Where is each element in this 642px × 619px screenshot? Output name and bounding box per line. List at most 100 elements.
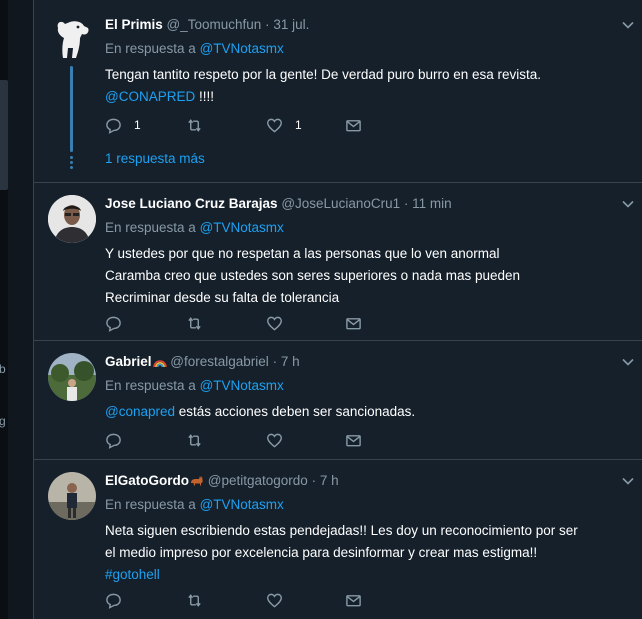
chevron-down-icon[interactable] — [621, 18, 635, 32]
reply-icon — [106, 433, 121, 449]
reply-to-link[interactable]: @TVNotasmx — [200, 378, 284, 393]
tweet-time[interactable]: 7 h — [320, 473, 339, 488]
author-handle[interactable]: @JoseLucianoCru1 — [281, 196, 400, 211]
author-name[interactable]: ElGatoGordo — [105, 473, 189, 488]
tweet-time[interactable]: 7 h — [281, 354, 300, 369]
tweet[interactable]: El Primis @_Toomuchfun · 31 jul. En resp… — [34, 0, 642, 183]
tweet-header: El Primis @_Toomuchfun · 31 jul. — [105, 16, 629, 34]
author-name[interactable]: El Primis — [105, 17, 163, 32]
retweet-button[interactable] — [186, 313, 203, 333]
heart-icon — [266, 433, 283, 448]
message-button[interactable] — [345, 115, 362, 135]
reply-prefix: En respuesta a — [105, 378, 196, 393]
like-button[interactable] — [266, 313, 283, 333]
envelope-icon — [346, 434, 361, 446]
retweet-button[interactable] — [186, 430, 203, 450]
tweet-text-line: el medio impreso por excelencia para des… — [105, 545, 538, 560]
dog-icon — [57, 21, 89, 58]
rainbow-emoji-icon — [152, 360, 167, 367]
retweet-button[interactable] — [186, 590, 203, 610]
retweet-icon — [188, 593, 201, 607]
tweet-time[interactable]: 31 jul. — [273, 17, 309, 32]
tweet[interactable]: Gabriel @forestalgabriel · 7 h En respue… — [34, 341, 642, 460]
like-button[interactable]: 1 — [266, 115, 302, 135]
like-button[interactable] — [266, 430, 283, 450]
tweet-content: El Primis @_Toomuchfun · 31 jul. En resp… — [105, 16, 629, 108]
retweet-icon — [188, 118, 201, 132]
tweet-text: Neta siguen escribiendo estas pendejadas… — [105, 520, 629, 586]
thread-dot — [70, 161, 73, 164]
tweet-actions — [105, 590, 405, 610]
tweet[interactable]: ElGatoGordo @petitgatogordo · 7 h En res… — [34, 460, 642, 619]
reply-prefix: En respuesta a — [105, 497, 196, 512]
show-more-replies-link[interactable]: 1 respuesta más — [105, 151, 205, 166]
separator-dot: · — [403, 196, 409, 211]
tweet-actions: 1 1 — [105, 115, 405, 135]
tweet-text-tail: estás acciones deben ser sancionadas. — [175, 404, 416, 419]
like-button[interactable] — [266, 590, 283, 610]
envelope-icon — [346, 119, 361, 131]
chevron-down-icon[interactable] — [621, 197, 635, 211]
profile-photo-icon — [48, 195, 96, 243]
retweet-icon — [188, 316, 201, 330]
tweet-actions — [105, 313, 405, 333]
reply-icon — [106, 316, 121, 332]
message-button[interactable] — [345, 590, 362, 610]
tweet-time[interactable]: 11 min — [412, 196, 452, 211]
reply-context: En respuesta a @TVNotasmx — [105, 496, 629, 514]
retweet-button[interactable] — [186, 115, 203, 135]
tweet-text-line: Tengan tantito respeto por la gente! De … — [105, 67, 542, 82]
tweet-text-tail: !!!! — [195, 89, 214, 104]
reply-count: 1 — [134, 118, 141, 132]
thread-dot — [70, 166, 73, 169]
left-column-fragment — [0, 80, 8, 190]
left-column-text: g — [0, 414, 6, 428]
avatar[interactable] — [48, 12, 96, 60]
profile-photo-icon — [48, 472, 96, 520]
avatar[interactable] — [48, 195, 96, 243]
author-handle[interactable]: @petitgatogordo — [208, 473, 308, 488]
avatar[interactable] — [48, 353, 96, 401]
message-button[interactable] — [345, 313, 362, 333]
reply-to-link[interactable]: @TVNotasmx — [200, 497, 284, 512]
reply-to-link[interactable]: @TVNotasmx — [200, 220, 284, 235]
reply-button[interactable] — [105, 313, 122, 333]
mention-link[interactable]: @CONAPRED — [105, 89, 195, 104]
cat-emoji-icon — [191, 476, 203, 486]
author-name[interactable]: Gabriel — [105, 354, 152, 369]
reply-icon — [106, 118, 121, 134]
tweet-text-line: Recriminar desde su falta de tolerancia — [105, 290, 340, 305]
reply-button[interactable] — [105, 590, 122, 610]
tweet-text: @conapred estás acciones deben ser sanci… — [105, 401, 629, 423]
tweet-header: ElGatoGordo @petitgatogordo · 7 h — [105, 472, 629, 490]
tweet[interactable]: Jose Luciano Cruz Barajas @JoseLucianoCr… — [34, 183, 642, 341]
heart-icon — [266, 316, 283, 331]
chevron-down-icon[interactable] — [621, 355, 635, 369]
reply-button[interactable]: 1 — [105, 115, 141, 135]
reply-prefix: En respuesta a — [105, 41, 196, 56]
thread-line — [70, 66, 73, 152]
mention-link[interactable]: @conapred — [105, 404, 175, 419]
tweet-content: Jose Luciano Cruz Barajas @JoseLucianoCr… — [105, 195, 629, 309]
envelope-icon — [346, 317, 361, 329]
retweet-icon — [188, 433, 201, 447]
tweet-actions — [105, 430, 405, 450]
author-handle[interactable]: @_Toomuchfun — [167, 17, 262, 32]
hashtag-link[interactable]: #gotohell — [105, 564, 629, 586]
envelope-icon — [346, 594, 361, 606]
author-name[interactable]: Jose Luciano Cruz Barajas — [105, 196, 278, 211]
message-button[interactable] — [345, 430, 362, 450]
author-handle[interactable]: @forestalgabriel — [170, 354, 269, 369]
like-count: 1 — [295, 118, 302, 132]
tweet-text-line: Caramba creo que ustedes son seres super… — [105, 268, 520, 283]
reply-button[interactable] — [105, 430, 122, 450]
tweet-header: Jose Luciano Cruz Barajas @JoseLucianoCr… — [105, 195, 629, 213]
avatar[interactable] — [48, 472, 96, 520]
profile-photo-icon — [48, 353, 96, 401]
tweet-text: Tengan tantito respeto por la gente! De … — [105, 64, 629, 108]
reply-icon — [106, 593, 121, 609]
chevron-down-icon[interactable] — [621, 474, 635, 488]
reply-to-link[interactable]: @TVNotasmx — [200, 41, 284, 56]
tweet-content: Gabriel @forestalgabriel · 7 h En respue… — [105, 353, 629, 423]
reply-context: En respuesta a @TVNotasmx — [105, 40, 629, 58]
